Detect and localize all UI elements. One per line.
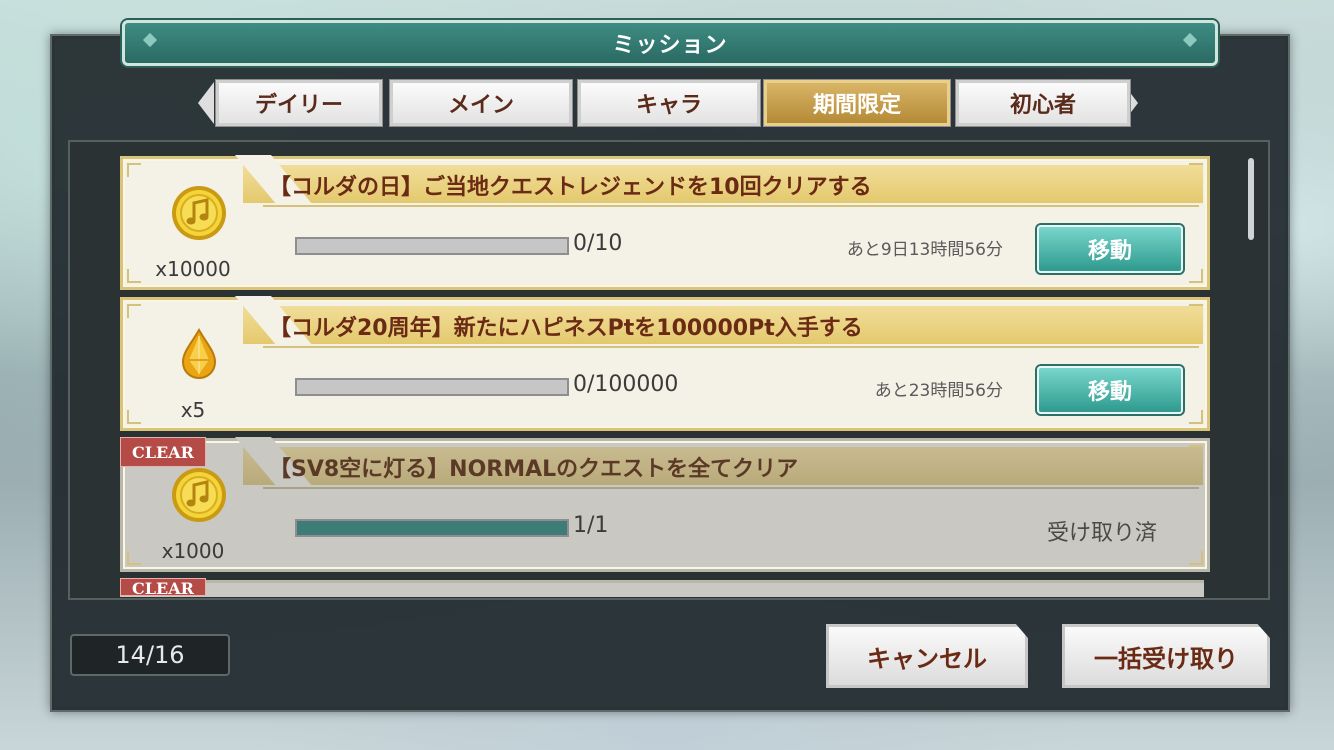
go-button[interactable]: 移動 bbox=[1037, 225, 1183, 273]
reward-count: x10000 bbox=[155, 257, 231, 281]
go-button[interactable]: 移動 bbox=[1037, 366, 1183, 414]
progress-text: 0/10 bbox=[573, 231, 623, 256]
clear-badge: CLEAR bbox=[120, 578, 206, 596]
progress-bar bbox=[295, 519, 569, 537]
reward-count: x5 bbox=[180, 398, 206, 422]
diamond-ornament-icon bbox=[1182, 32, 1198, 48]
reward-count: x1000 bbox=[161, 539, 225, 563]
clear-badge: CLEAR bbox=[120, 437, 206, 467]
progress-bar bbox=[295, 378, 569, 396]
mission-item: x5 【コルダ20周年】新たにハピネスPtを100000Pt入手する 0/100… bbox=[120, 296, 1210, 431]
mission-item-partial bbox=[120, 580, 1204, 597]
tab-main[interactable]: メイン bbox=[389, 79, 573, 127]
progress-text: 1/1 bbox=[573, 513, 609, 538]
mission-title: 【コルダ20周年】新たにハピネスPtを100000Pt入手する bbox=[269, 316, 863, 341]
mission-progress-count: 14/16 bbox=[70, 634, 230, 676]
progress-bar bbox=[295, 237, 569, 255]
window-title-bar: ミッション bbox=[122, 20, 1218, 66]
window-title: ミッション bbox=[612, 33, 728, 58]
mission-item: x10000 【コルダの日】ご当地クエストレジェンドを10回クリアする 0/10… bbox=[120, 155, 1210, 290]
claimed-status: 受け取り済 bbox=[1046, 521, 1157, 546]
scrollbar-thumb[interactable] bbox=[1248, 158, 1254, 240]
mission-title: 【SV8空に灯る】NORMALのクエストを全てクリア bbox=[269, 457, 799, 482]
tab-daily[interactable]: デイリー bbox=[215, 79, 383, 127]
tab-character[interactable]: キャラ bbox=[577, 79, 761, 127]
cancel-button[interactable]: キャンセル bbox=[826, 624, 1028, 688]
time-remaining: あと23時間56分 bbox=[874, 381, 1003, 401]
progress-text: 0/100000 bbox=[573, 372, 679, 397]
diamond-ornament-icon bbox=[142, 32, 158, 48]
yellow-gem-icon bbox=[181, 327, 217, 380]
tab-limited-time[interactable]: 期間限定 bbox=[763, 79, 951, 127]
music-note-coin-icon bbox=[172, 186, 226, 240]
claim-all-button[interactable]: 一括受け取り bbox=[1062, 624, 1270, 688]
mission-tabs: デイリー メイン キャラ 期間限定 初心者 bbox=[198, 79, 1138, 127]
tab-beginner[interactable]: 初心者 bbox=[955, 79, 1131, 127]
mission-title: 【コルダの日】ご当地クエストレジェンドを10回クリアする bbox=[269, 175, 872, 200]
mission-item-cleared: x1000 【SV8空に灯る】NORMALのクエストを全てクリア 1/1 受け取… bbox=[120, 437, 1210, 572]
time-remaining: あと9日13時間56分 bbox=[846, 240, 1003, 260]
music-note-coin-icon bbox=[172, 468, 226, 522]
